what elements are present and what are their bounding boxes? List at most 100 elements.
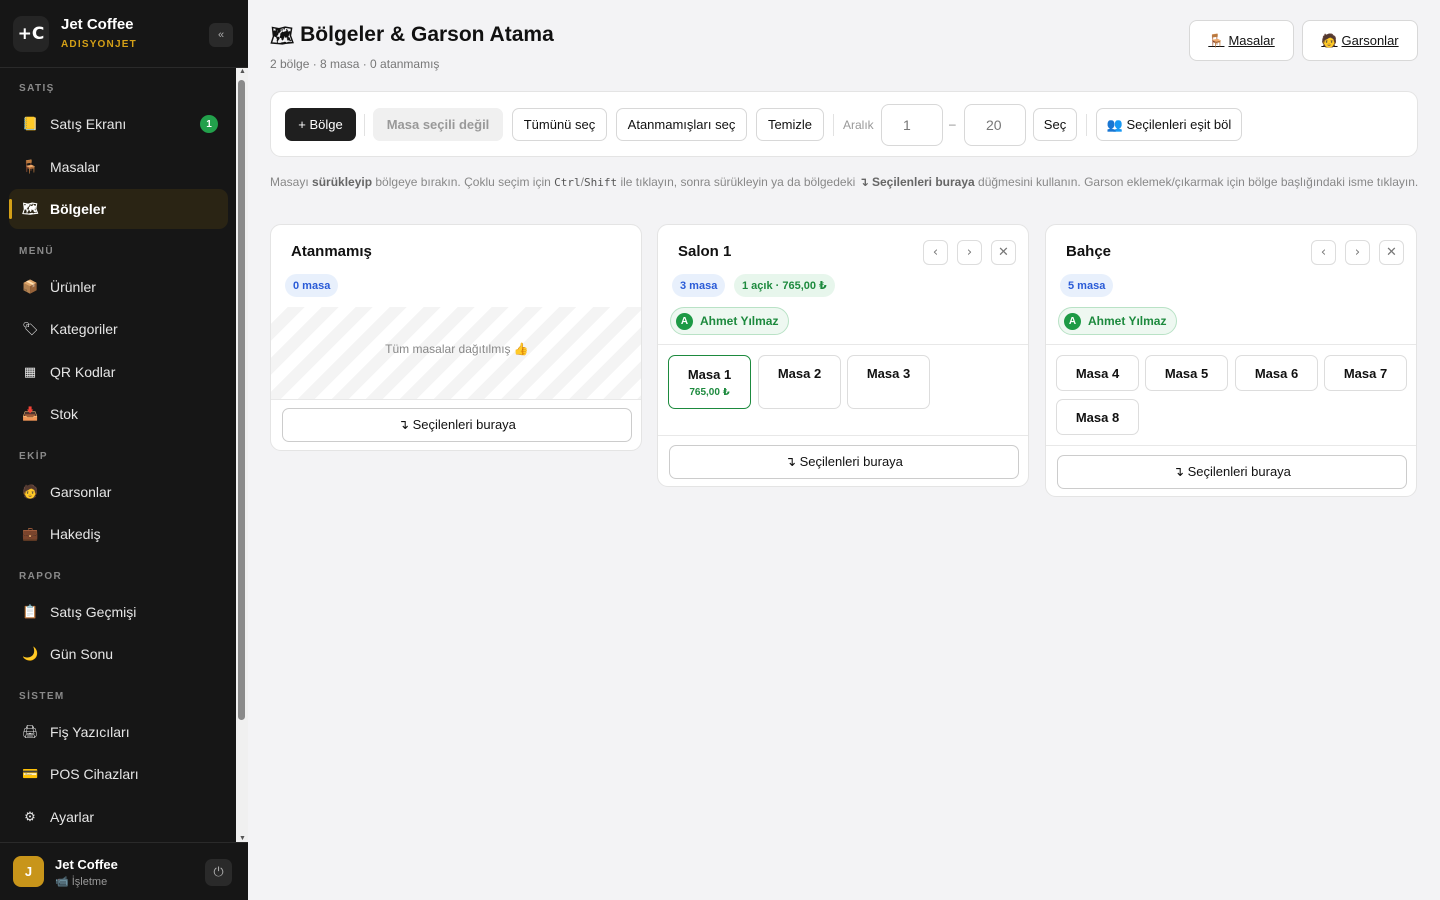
section-label-ekip: EKİP: [19, 451, 48, 462]
table-amount: 765,00 ₺: [689, 386, 730, 398]
sidebar-item-label: Ayarlar: [50, 809, 95, 825]
select-all-button[interactable]: Tümünü seç: [512, 108, 607, 141]
hint-bold: ↴ Seçilenleri buraya: [858, 175, 975, 189]
gear-icon: ⚙: [24, 809, 36, 825]
brand-name: Jet Coffee: [61, 16, 134, 33]
package-icon: 📦: [22, 279, 39, 295]
move-left-button[interactable]: ‹: [1311, 240, 1336, 265]
table-tile[interactable]: Masa 3: [847, 355, 930, 409]
move-selected-here-button[interactable]: ↴ Seçilenleri buraya: [1057, 455, 1407, 489]
user-role: 📹 İşletme: [55, 876, 108, 888]
table-tile[interactable]: Masa 2: [758, 355, 841, 409]
sidebar-item-pos-cihazlari[interactable]: 💳 POS Cihazları: [9, 754, 228, 794]
add-region-button[interactable]: + Bölge: [285, 108, 356, 141]
sidebar-item-kategoriler[interactable]: 🏷 Kategoriler: [9, 309, 228, 349]
masalar-link-button[interactable]: 🪑 Masalar: [1189, 20, 1294, 61]
garsonlar-link-label: Garsonlar: [1341, 33, 1399, 48]
sidebar-item-ayarlar[interactable]: ⚙ Ayarlar: [9, 797, 228, 837]
waiter-name: Ahmet Yılmaz: [700, 314, 779, 328]
hint-key: Shift: [583, 176, 618, 189]
divider: [271, 399, 641, 400]
scroll-up-icon[interactable]: ▲: [239, 68, 246, 75]
qr-code-icon: ▦: [23, 364, 37, 380]
help-text: Masayı sürükleyip bölgeye bırakın. Çoklu…: [270, 172, 1420, 193]
clear-selection-button[interactable]: Temizle: [756, 108, 824, 141]
table-tile[interactable]: Masa 1 765,00 ₺: [668, 355, 751, 409]
printer-icon: 🖨: [22, 724, 39, 740]
waiter-avatar: A: [676, 312, 693, 330]
table-tile[interactable]: Masa 5: [1145, 355, 1228, 391]
divider: [658, 435, 1028, 436]
chair-icon: 🪑: [1208, 32, 1225, 48]
collapse-sidebar-button[interactable]: «: [209, 23, 233, 47]
table-tile[interactable]: Masa 4: [1056, 355, 1139, 391]
sidebar-item-label: Satış Ekranı: [50, 116, 127, 132]
divider: [1046, 344, 1416, 345]
waiter-chip[interactable]: A Ahmet Yılmaz: [670, 307, 790, 335]
sidebar-item-hakedis[interactable]: 💼 Hakediş: [9, 514, 228, 554]
sidebar-item-masalar[interactable]: 🪑 Masalar: [9, 147, 228, 187]
select-range-button[interactable]: Seç: [1033, 108, 1077, 141]
page-title-text: Bölgeler & Garson Atama: [300, 23, 554, 46]
sidebar-item-urunler[interactable]: 📦 Ürünler: [9, 267, 228, 307]
scrollbar-thumb[interactable]: [238, 80, 245, 720]
move-selected-here-button[interactable]: ↴ Seçilenleri buraya: [669, 445, 1019, 479]
divider: [364, 114, 365, 136]
waiter-avatar: A: [1064, 312, 1081, 330]
sidebar-item-garsonlar[interactable]: 🧑 Garsonlar: [9, 472, 228, 512]
sidebar-item-label: POS Cihazları: [50, 766, 139, 782]
region-name: Atanmamış: [291, 243, 372, 260]
range-dash: –: [949, 117, 956, 131]
sidebar-item-label: Kategoriler: [50, 321, 118, 337]
sidebar-item-label: QR Kodlar: [50, 364, 116, 380]
sidebar-item-gun-sonu[interactable]: 🌙 Gün Sonu: [9, 634, 228, 674]
sidebar-item-stok[interactable]: 📥 Stok: [9, 394, 228, 434]
sidebar-item-fis-yazicilari[interactable]: 🖨 Fiş Yazıcıları: [9, 712, 228, 752]
sidebar-item-label: Garsonlar: [50, 484, 112, 500]
brand-logo: +C: [13, 16, 49, 52]
scroll-down-icon[interactable]: ▼: [239, 835, 246, 842]
clipboard-icon: 📋: [22, 604, 39, 620]
table-name: Masa 1: [687, 366, 732, 382]
move-selected-here-button[interactable]: ↴ Seçilenleri buraya: [282, 408, 632, 442]
page-title: 🗺 Bölgeler & Garson Atama: [270, 23, 554, 47]
range-to-input[interactable]: 20: [964, 104, 1026, 146]
region-name[interactable]: Salon 1: [678, 243, 731, 260]
sidebar-item-satis-ekrani[interactable]: 📒 Satış Ekranı 1: [9, 104, 228, 144]
sidebar-item-qr-kodlar[interactable]: ▦ QR Kodlar: [9, 352, 228, 392]
table-count-badge: 5 masa: [1060, 274, 1114, 297]
waiter-chip[interactable]: A Ahmet Yılmaz: [1058, 307, 1178, 335]
sidebar-item-bolgeler[interactable]: 🗺 Bölgeler: [9, 189, 228, 229]
hint-bold: sürükleyip: [312, 175, 373, 189]
table-tile[interactable]: Masa 7: [1324, 355, 1407, 391]
logout-button[interactable]: ⏻: [205, 859, 232, 886]
divider: [1046, 445, 1416, 446]
sidebar-scrollbar[interactable]: ▲ ▼: [236, 68, 248, 842]
sidebar-item-label: Masalar: [50, 159, 100, 175]
sidebar-item-label: Stok: [50, 406, 79, 422]
range-from-input[interactable]: 1: [881, 104, 943, 146]
move-right-button[interactable]: ›: [1345, 240, 1370, 265]
selection-status: Masa seçili değil: [373, 108, 503, 141]
move-left-button[interactable]: ‹: [923, 240, 948, 265]
delete-region-button[interactable]: ✕: [991, 240, 1016, 265]
map-icon: 🗺: [22, 201, 39, 217]
split-equal-button[interactable]: 👥 Seçilenleri eşit böl: [1096, 108, 1242, 141]
move-right-button[interactable]: ›: [957, 240, 982, 265]
section-label-menu: MENÜ: [19, 246, 55, 257]
waiter-icon: 🧑: [1321, 32, 1338, 48]
sidebar-item-label: Satış Geçmişi: [50, 604, 137, 620]
sidebar-item-label: Gün Sonu: [50, 646, 114, 662]
table-tile[interactable]: Masa 8: [1056, 399, 1139, 435]
sidebar-item-satis-gecmisi[interactable]: 📋 Satış Geçmişi: [9, 592, 228, 632]
chair-icon: 🪑: [22, 159, 39, 175]
delete-region-button[interactable]: ✕: [1379, 240, 1404, 265]
credit-card-icon: 💳: [22, 766, 39, 782]
tag-icon: 🏷: [22, 321, 39, 337]
select-unassigned-button[interactable]: Atanmamışları seç: [616, 108, 747, 141]
garsonlar-link-button[interactable]: 🧑 Garsonlar: [1302, 20, 1418, 61]
sidebar-item-label: Bölgeler: [50, 201, 107, 217]
table-tile[interactable]: Masa 6: [1235, 355, 1318, 391]
region-name[interactable]: Bahçe: [1066, 243, 1111, 260]
region-card-salon-1: Salon 1 ‹ › ✕ 3 masa 1 açık · 765,00 ₺ A…: [657, 224, 1029, 487]
